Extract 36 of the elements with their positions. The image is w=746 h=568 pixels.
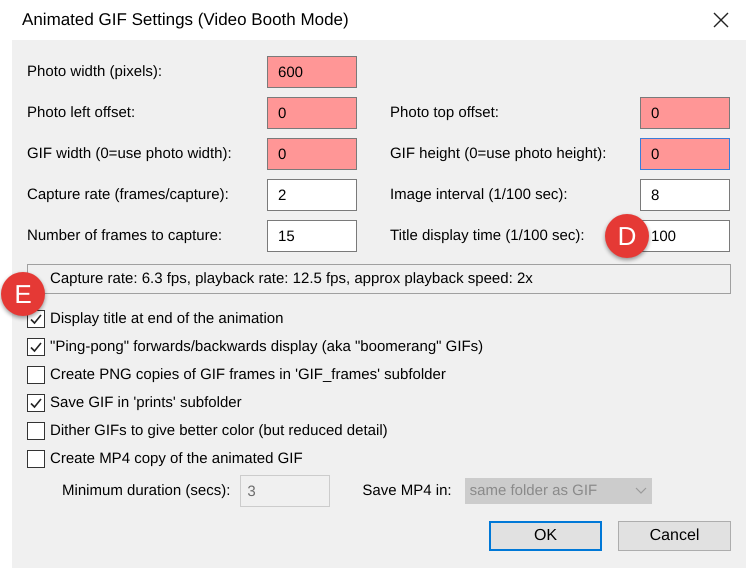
field-label: Minimum duration (secs): bbox=[62, 480, 230, 501]
option-checkbox[interactable]: Dither GIFs to give better color (but reduced detail) bbox=[27, 417, 388, 445]
field-label: Photo width (pixels): bbox=[27, 62, 162, 82]
check-icon bbox=[29, 396, 43, 410]
field-label: Photo left offset: bbox=[27, 102, 136, 123]
field-label: Number of frames to capture: bbox=[27, 226, 222, 246]
field-label: GIF width (0=use photo width): bbox=[27, 144, 232, 164]
number-field[interactable]: 0 bbox=[640, 97, 730, 129]
annotation-marker: D bbox=[605, 214, 649, 258]
dialog-button[interactable]: OK bbox=[489, 521, 602, 551]
field-label: Image interval (1/100 sec): bbox=[390, 184, 568, 205]
check-icon bbox=[29, 312, 43, 326]
option-checkbox[interactable]: "Ping-pong" forwards/backwards display (aka "boomerang" GIFs) bbox=[27, 333, 484, 361]
window-title: Animated GIF Settings (Video Booth Mode) bbox=[22, 9, 349, 32]
chevron-down-icon bbox=[634, 487, 647, 495]
number-field[interactable]: 100 bbox=[640, 220, 730, 252]
field-label: Capture rate (frames/capture): bbox=[27, 184, 229, 205]
number-field[interactable]: 8 bbox=[640, 179, 730, 211]
number-field[interactable]: 0 bbox=[267, 97, 357, 129]
option-checkbox[interactable]: Save GIF in 'prints' subfolder bbox=[27, 389, 242, 417]
field-label: Photo top offset: bbox=[390, 102, 499, 123]
annotation-marker: E bbox=[1, 272, 45, 316]
number-field[interactable]: 2 bbox=[267, 179, 357, 211]
summary-text: Capture rate: 6.3 fps, playback rate: 12.5 fps, approx playback speed: 2x bbox=[50, 268, 533, 289]
close-icon[interactable] bbox=[712, 11, 730, 29]
number-field[interactable]: 0 bbox=[267, 138, 357, 170]
option-checkbox[interactable]: Create PNG copies of GIF frames in 'GIF_frames' subfolder bbox=[27, 361, 446, 389]
option-checkbox[interactable]: Create MP4 copy of the animated GIF bbox=[27, 445, 303, 473]
check-icon bbox=[29, 340, 43, 354]
number-field[interactable]: 600 bbox=[267, 56, 357, 88]
field-label: GIF height (0=use photo height): bbox=[390, 144, 606, 164]
field-label: Save MP4 in: bbox=[362, 480, 452, 501]
field-label: Title display time (1/100 sec): bbox=[390, 226, 585, 246]
number-field[interactable]: 0 bbox=[640, 138, 730, 170]
dialog-button[interactable]: Cancel bbox=[618, 521, 731, 551]
number-field[interactable]: 15 bbox=[267, 220, 357, 252]
